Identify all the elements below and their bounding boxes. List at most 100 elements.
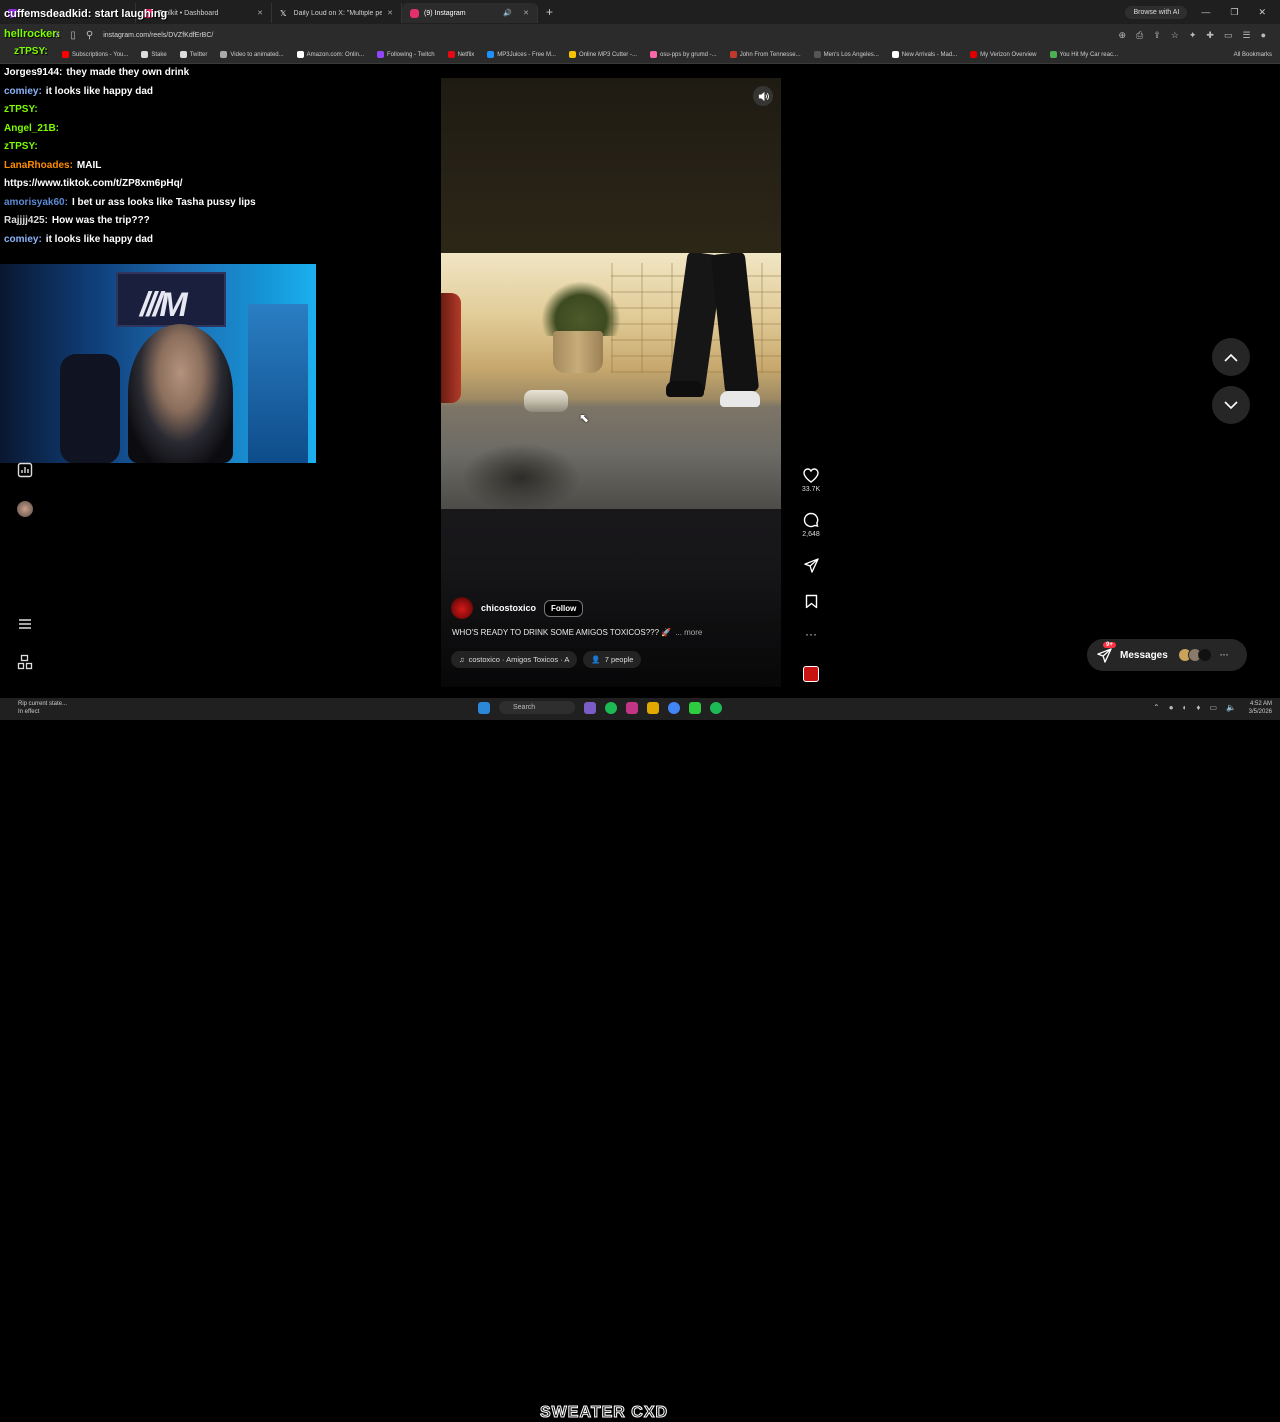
author-name[interactable]: chicostoxico [481, 603, 536, 613]
zoom-icon[interactable]: ⊕ [1119, 30, 1127, 41]
chrome-icon[interactable] [668, 701, 681, 714]
bookmark-item[interactable]: Men's Los Angeles... [813, 51, 879, 58]
tray-app-icon[interactable]: ◐ [1183, 703, 1188, 712]
bookmark-item[interactable]: Video to animated... [220, 51, 284, 58]
tab-2[interactable]: 𝕏 Daily Loud on X: "Multiple peo ✕ [272, 3, 402, 23]
bookmark-item[interactable]: osu-pps by grumd -... [649, 51, 717, 58]
bookmark-item[interactable]: New Arrivals - Mad... [891, 51, 957, 58]
chat-message: https://www.tiktok.com/t/ZP8xm6pHq/ [4, 175, 334, 194]
mouse-cursor-icon: ⬉ [579, 411, 590, 425]
extensions-puzzle-icon[interactable]: ✚ [1206, 30, 1214, 41]
app-icon[interactable] [710, 701, 723, 714]
bookmark-item[interactable]: Amazon.com: Onlin... [296, 51, 364, 58]
site-info-icon[interactable]: ⚲ [86, 30, 93, 41]
chat-text: https://www.tiktok.com/t/ZP8xm6pHq/ [4, 178, 183, 189]
new-tab-button[interactable]: + [546, 5, 553, 19]
bookmark-item[interactable]: Twitter [179, 51, 207, 58]
address-actions: ⊕ ⎙ ⇪ ☆ ✦ ✚ ▭ ☰ ● [1119, 30, 1267, 41]
bookmark-item[interactable]: Netflix [447, 51, 474, 58]
bookmark-favicon-icon [813, 51, 821, 58]
start-icon[interactable] [478, 701, 490, 714]
app-icon[interactable] [689, 701, 702, 714]
browse-with-ai-button[interactable]: Browse with AI [1125, 5, 1188, 19]
volume-icon[interactable]: 🔈 [1226, 703, 1236, 712]
foreground-blur [461, 443, 581, 509]
audio-pill[interactable]: ♫ costoxico · Amigos Toxicos · A [451, 651, 578, 668]
clock[interactable]: 4:52 AM 3/5/2026 [1249, 700, 1272, 716]
also-from-meta-icon[interactable] [16, 654, 34, 672]
sidebar-icon[interactable]: ▯ [70, 30, 76, 41]
profile-avatar[interactable]: ● [1261, 30, 1266, 41]
close-tab-icon[interactable]: ✕ [523, 9, 529, 17]
follow-button[interactable]: Follow [544, 599, 584, 617]
minimize-icon[interactable]: — [1201, 7, 1210, 18]
bookmark-item[interactable]: John From Tennesse... [729, 51, 801, 58]
chat-text: they made they own drink [66, 67, 190, 78]
close-window-icon[interactable]: ✕ [1258, 7, 1266, 18]
dashboard-icon[interactable] [16, 462, 34, 480]
more-options-icon[interactable]: ··· [798, 628, 824, 640]
close-tab-icon[interactable]: ✕ [257, 9, 263, 17]
bookmark-favicon-icon [568, 51, 576, 58]
chat-username: LanaRhoades: [4, 159, 73, 171]
reel-video[interactable]: ⬉ chicostoxico Follow WHO'S READY TO DRI… [441, 78, 781, 687]
bookmarks-bar: Subscriptions - You... Stake Twitter Video … [0, 46, 1280, 64]
spotify-icon[interactable] [605, 701, 618, 714]
tray-chevron-icon[interactable]: ⌃ [1153, 703, 1160, 712]
bookmark-star-icon[interactable]: ☆ [1171, 30, 1179, 41]
app-icon[interactable] [626, 701, 639, 714]
microphone-icon[interactable]: ♦ [1196, 703, 1200, 712]
audio-playing-icon[interactable]: 🔊 [503, 9, 512, 17]
folder-icon[interactable] [647, 701, 660, 714]
bookmark-item[interactable]: MP3Juices - Free M... [487, 51, 556, 58]
bookmark-item[interactable]: You Hit My Car reac... [1049, 51, 1118, 58]
bookmark-item[interactable]: Following - Twitch [377, 51, 435, 58]
app-icon[interactable] [584, 701, 597, 714]
chat-message: comiey: it looks like happy dad [4, 83, 334, 102]
browser-tab-bar: Toolkit • Dashboard ✕ 𝕏 Daily Loud on X:… [0, 0, 1280, 24]
bookmark-favicon-icon [1049, 51, 1057, 58]
chat-message: zTPSY: [14, 46, 48, 57]
share-icon[interactable]: ⇪ [1153, 30, 1161, 41]
close-tab-icon[interactable]: ✕ [387, 9, 393, 17]
bookmark-item[interactable]: My Verizon Overview [970, 51, 1037, 58]
people-pill[interactable]: 👤 7 people [583, 651, 642, 668]
install-icon[interactable]: ⎙ [1136, 30, 1143, 41]
messages-label: Messages [1120, 649, 1168, 661]
unmute-button[interactable] [753, 86, 773, 106]
chat-message: Angel_21B: [4, 120, 334, 139]
network-icon[interactable]: ▭ [1209, 703, 1217, 712]
share-button[interactable] [798, 558, 824, 573]
save-button[interactable] [798, 594, 824, 609]
taskbar-search[interactable]: Search [499, 701, 576, 714]
comment-button[interactable]: 2,648 [798, 512, 824, 538]
chat-username: Angel_21B: [4, 122, 60, 134]
menu-icon[interactable]: ☰ [1242, 30, 1250, 41]
chevron-up-icon [1224, 353, 1238, 362]
split-view-icon[interactable]: ▭ [1224, 30, 1233, 41]
restore-icon[interactable]: ❐ [1230, 7, 1238, 18]
messages-button[interactable]: 9+ Messages ··· [1087, 639, 1247, 671]
url-field[interactable]: instagram.com/reels/DVZfKdfErBC/ [103, 32, 213, 39]
page-content: Jorges9144: they made they own drink comie… [0, 64, 1280, 698]
next-reel-button[interactable] [1212, 386, 1250, 424]
bookmark-item[interactable]: Stake [141, 51, 167, 58]
audio-thumbnail[interactable] [798, 666, 824, 682]
taskbar-news[interactable]: Rip current state... In effect [18, 700, 67, 716]
more-menu-icon[interactable] [16, 616, 34, 634]
bookmark-item[interactable]: Online MP3 Cutter -... [568, 51, 637, 58]
red-object [441, 293, 461, 403]
author-avatar[interactable] [451, 597, 473, 619]
like-button[interactable]: 33.7K [798, 468, 824, 493]
extension-icon[interactable]: ✦ [1189, 30, 1197, 41]
more-icon[interactable]: ··· [1220, 650, 1229, 660]
tab-3[interactable]: (9) Instagram 🔊 ✕ [402, 3, 538, 23]
profile-avatar[interactable] [16, 500, 34, 518]
all-bookmarks-button[interactable]: All Bookmarks [1234, 52, 1272, 58]
tray-app-icon[interactable]: ● [1169, 703, 1174, 712]
chat-username: Rajjjj425: [4, 215, 48, 226]
bookmark-item[interactable]: Subscriptions - You... [62, 51, 128, 58]
more-link[interactable]: ... more [675, 628, 702, 637]
chat-text: start laughing [94, 8, 168, 20]
previous-reel-button[interactable] [1212, 338, 1250, 376]
